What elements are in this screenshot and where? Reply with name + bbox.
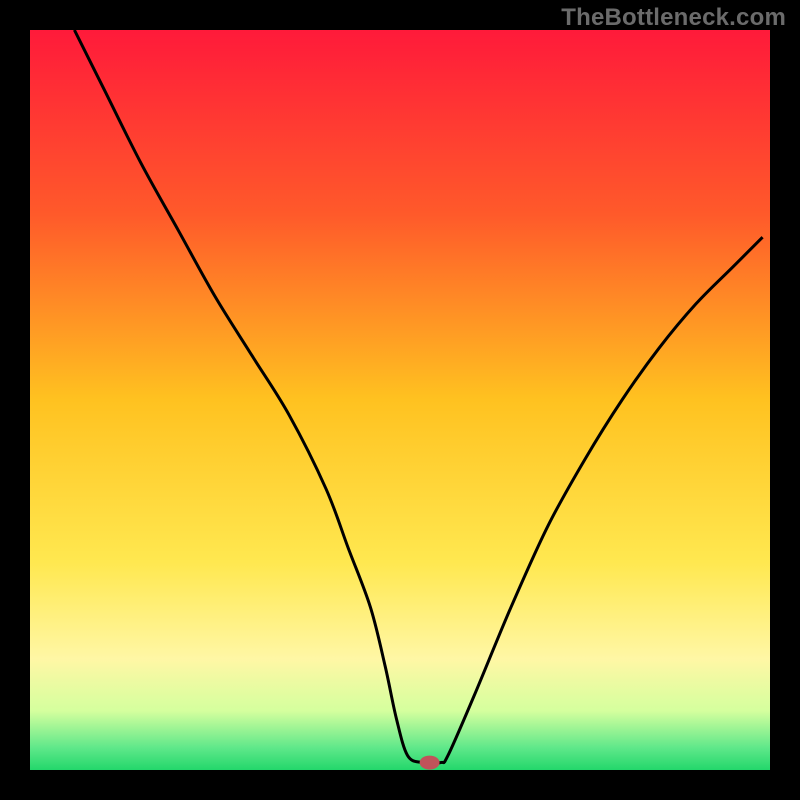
watermark-label: TheBottleneck.com bbox=[561, 4, 786, 32]
plot-area bbox=[30, 30, 770, 770]
optimal-point-marker bbox=[420, 756, 440, 770]
chart-container: TheBottleneck.com bbox=[0, 0, 800, 800]
gradient-background bbox=[30, 30, 770, 770]
chart-svg bbox=[30, 30, 770, 770]
